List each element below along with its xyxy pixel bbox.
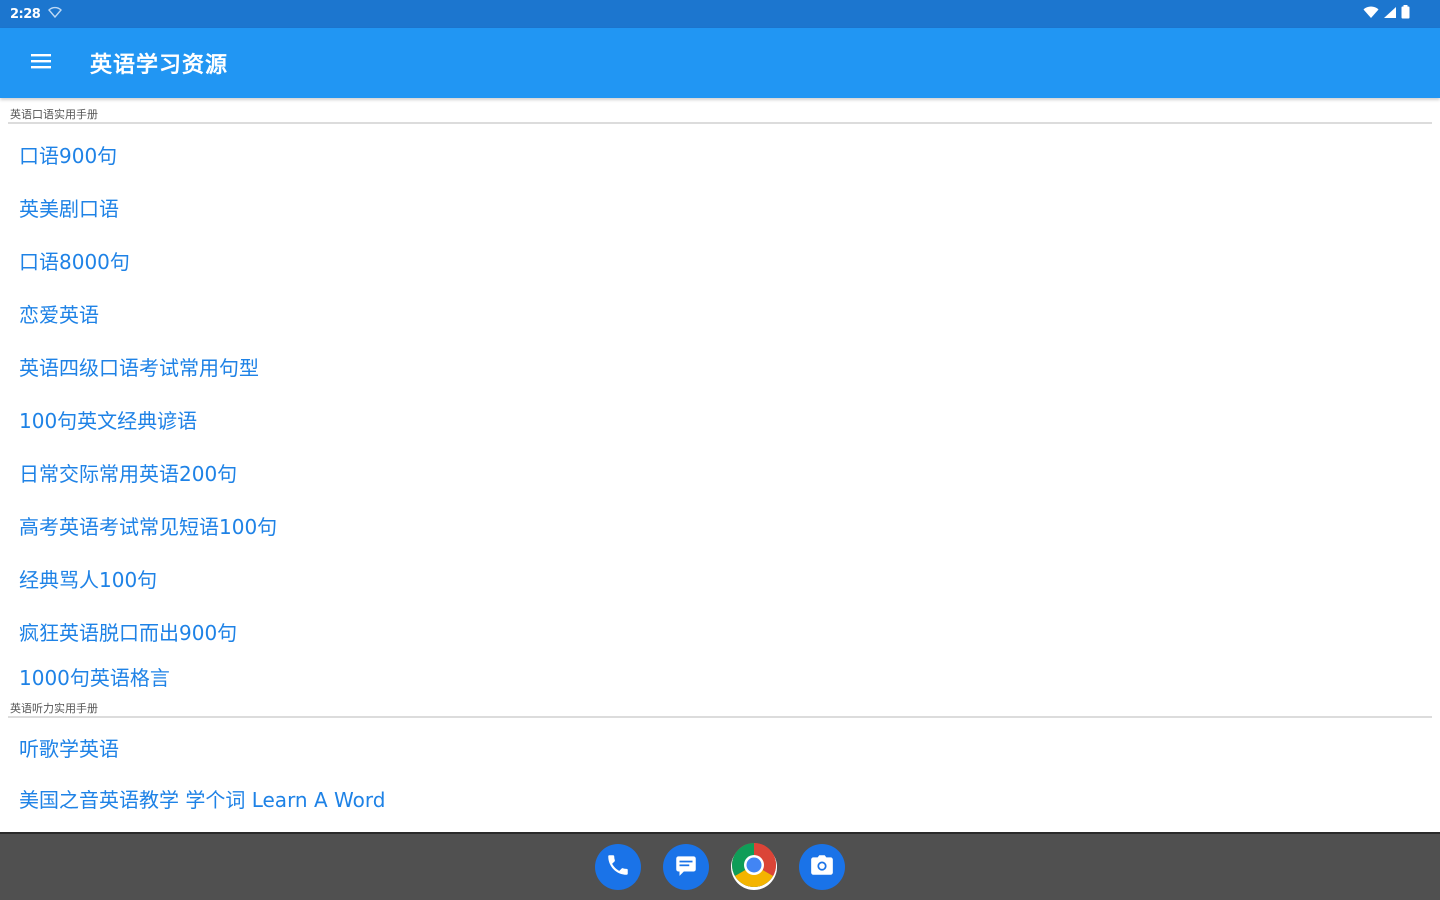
list-item[interactable]: 日常交际常用英语200句 — [0, 448, 1440, 501]
chrome-app-button[interactable] — [731, 842, 777, 892]
phone-icon — [605, 852, 631, 882]
list-item[interactable]: 英美剧口语 — [0, 183, 1440, 236]
section-list: 口语900句 英美剧口语 口语8000句 恋爱英语 英语四级口语考试常用句型 1… — [0, 124, 1440, 696]
list-item[interactable]: 高考英语考试常见短语100句 — [0, 501, 1440, 554]
camera-icon — [809, 852, 835, 882]
section-speaking: 英语口语实用手册 口语900句 英美剧口语 口语8000句 恋爱英语 英语四级口… — [0, 98, 1440, 696]
list-item[interactable]: 疯狂英语脱口而出900句 — [0, 607, 1440, 660]
section-header: 英语听力实用手册 — [0, 696, 1440, 718]
section-list: 听歌学英语 美国之音英语教学 学个词 Learn A Word — [0, 718, 1440, 827]
list-item[interactable]: 恋爱英语 — [0, 289, 1440, 342]
resource-list[interactable]: 英语口语实用手册 口语900句 英美剧口语 口语8000句 恋爱英语 英语四级口… — [0, 98, 1440, 832]
chrome-icon — [731, 842, 777, 892]
section-listening: 英语听力实用手册 听歌学英语 美国之音英语教学 学个词 Learn A Word — [0, 696, 1440, 827]
list-item[interactable]: 1000句英语格言 — [0, 660, 1440, 696]
section-header-label: 英语听力实用手册 — [10, 702, 98, 715]
wifi-icon — [1363, 6, 1379, 23]
taskbar-dock — [0, 832, 1440, 900]
list-item[interactable]: 口语900句 — [0, 130, 1440, 183]
messages-icon — [673, 852, 699, 882]
status-bar: 2:28 — [0, 0, 1440, 28]
menu-button[interactable] — [21, 43, 61, 83]
section-divider — [8, 716, 1432, 718]
wifi-small-icon — [48, 6, 63, 22]
page-title: 英语学习资源 — [90, 53, 229, 78]
section-header-label: 英语口语实用手册 — [10, 108, 98, 121]
phone-app-button[interactable] — [595, 844, 641, 890]
section-header: 英语口语实用手册 — [0, 98, 1440, 124]
list-item[interactable]: 经典骂人100句 — [0, 554, 1440, 607]
status-time: 2:28 — [10, 6, 41, 22]
list-item[interactable]: 美国之音英语教学 学个词 Learn A Word — [0, 774, 1440, 827]
battery-icon — [1401, 5, 1410, 23]
signal-icon — [1383, 6, 1397, 23]
messages-app-button[interactable] — [663, 844, 709, 890]
list-item[interactable]: 听歌学英语 — [0, 724, 1440, 774]
camera-app-button[interactable] — [799, 844, 845, 890]
hamburger-menu-icon — [30, 52, 52, 74]
app-bar: 英语学习资源 — [0, 28, 1440, 98]
list-item[interactable]: 口语8000句 — [0, 236, 1440, 289]
list-item[interactable]: 英语四级口语考试常用句型 — [0, 342, 1440, 395]
section-divider — [8, 122, 1432, 124]
list-item[interactable]: 100句英文经典谚语 — [0, 395, 1440, 448]
